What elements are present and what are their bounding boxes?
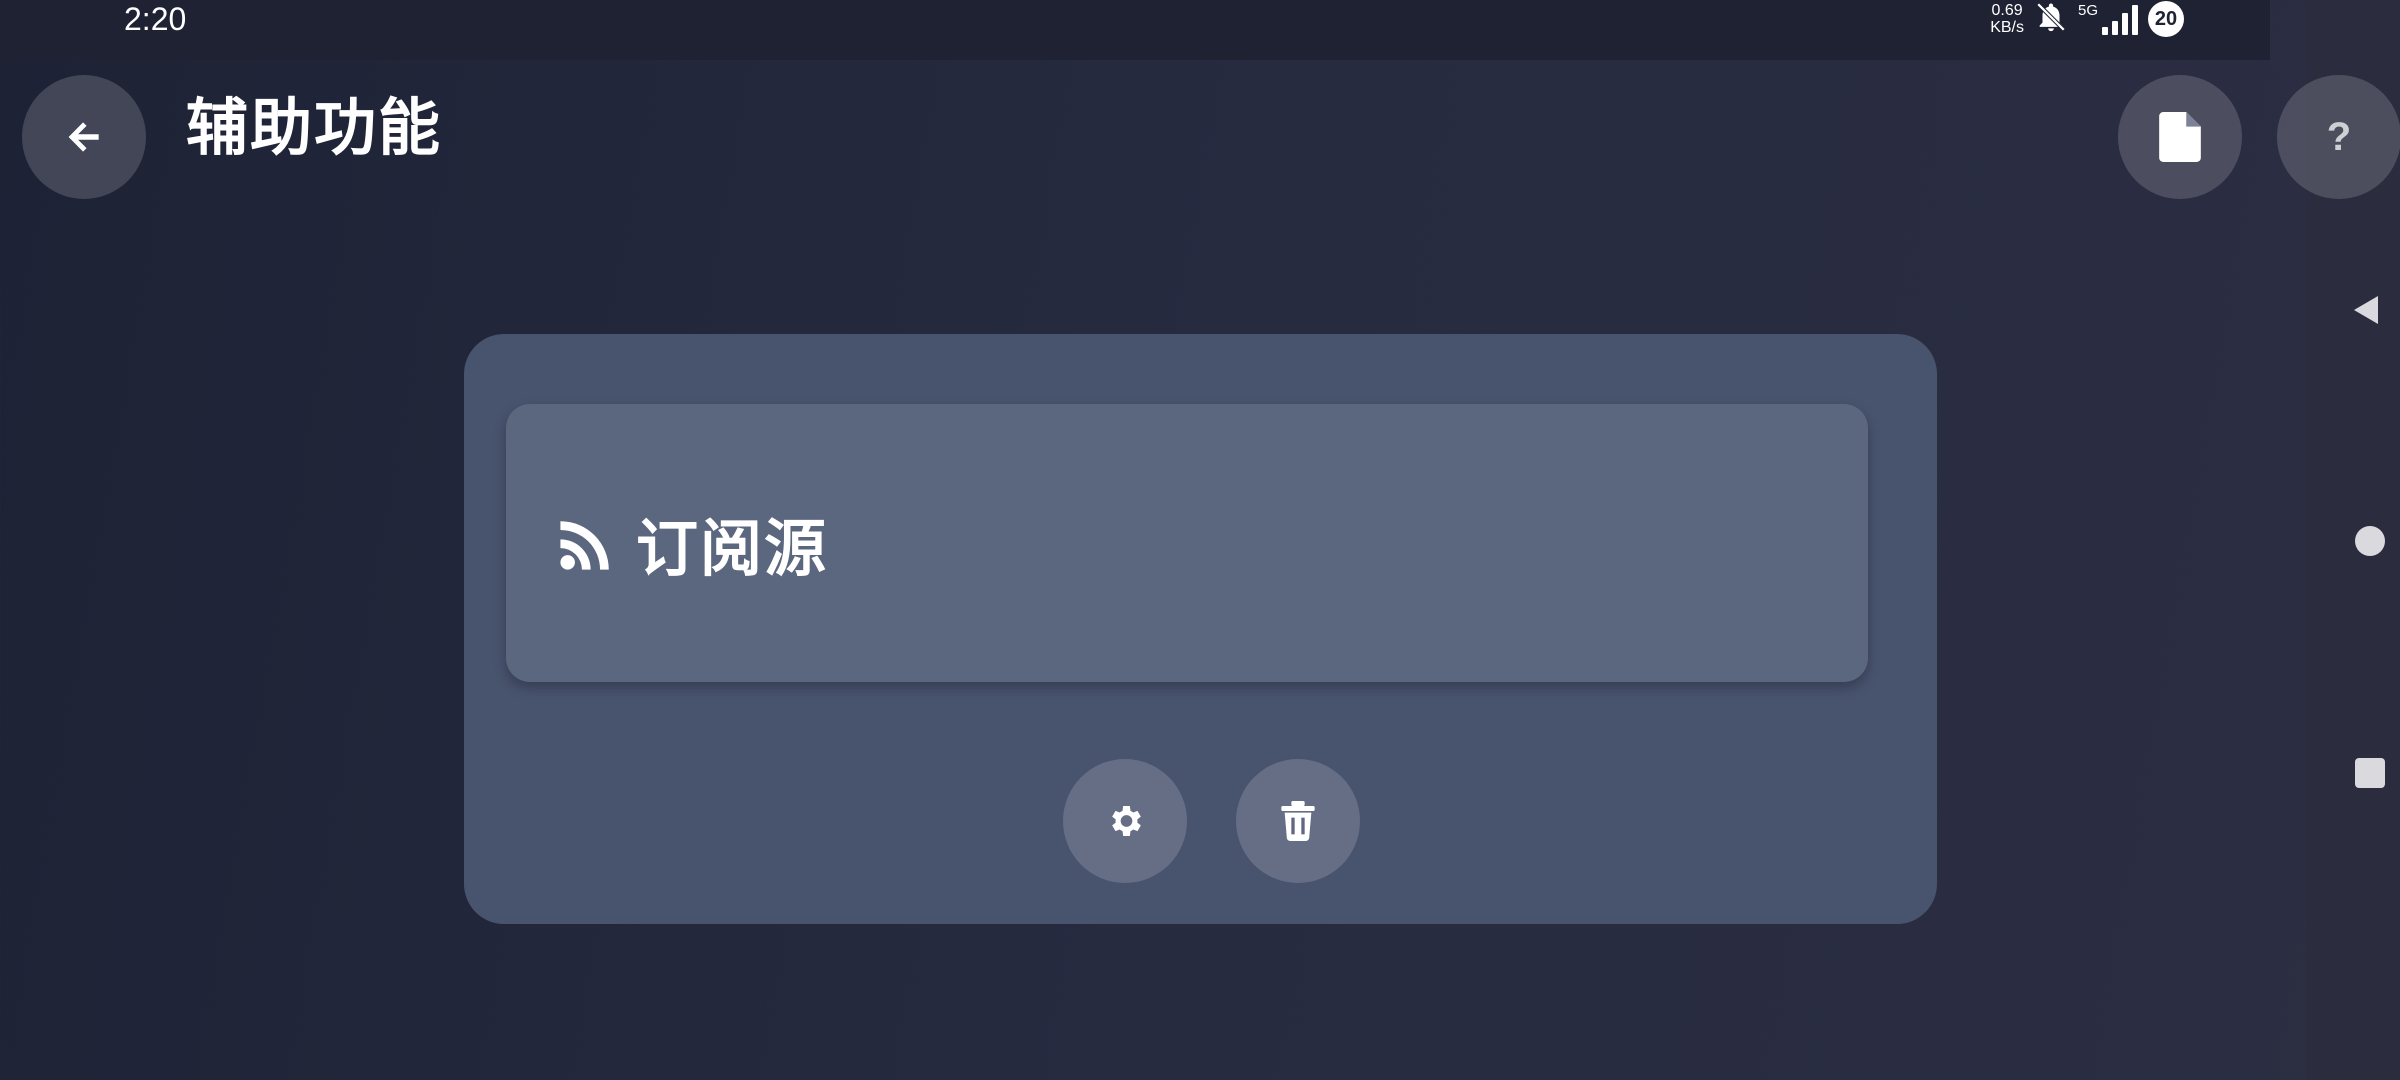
rule-label: 订阅源 — [636, 512, 829, 585]
nav-home-icon[interactable] — [2355, 526, 2385, 556]
status-icons: 0.69 KB/s 5G 20 — [1990, 0, 2184, 38]
signal-bars-icon — [2102, 3, 2138, 35]
document-button[interactable] — [2118, 75, 2242, 199]
status-time: 2:20 — [124, 1, 187, 37]
network-speed: 0.69 KB/s — [1990, 2, 2024, 36]
network-speed-unit: KB/s — [1990, 19, 2024, 36]
arrow-left-icon — [68, 122, 99, 152]
trash-icon — [1281, 801, 1315, 841]
help-button[interactable]: ? — [2277, 75, 2400, 199]
delete-button[interactable] — [1236, 759, 1360, 883]
status-bar: 2:20 0.69 KB/s 5G 20 — [0, 0, 2270, 60]
document-icon — [2159, 112, 2201, 162]
nav-back-icon[interactable] — [2354, 296, 2378, 324]
nav-recents-icon[interactable] — [2355, 758, 2385, 788]
gear-icon — [1112, 806, 1141, 836]
back-button[interactable] — [22, 75, 146, 199]
network-type: 5G — [2077, 2, 2098, 19]
settings-button[interactable] — [1063, 759, 1187, 883]
cell-signal: 5G — [2078, 3, 2138, 35]
battery-indicator: 20 — [2148, 1, 2184, 37]
bell-muted-icon — [2034, 0, 2068, 38]
page-title: 辅助功能 — [186, 91, 443, 164]
rule-card: 订阅源 — [464, 334, 1937, 924]
question-mark-icon: ? — [2326, 114, 2352, 159]
rule-tile[interactable]: 订阅源 — [506, 404, 1868, 682]
network-speed-value: 0.69 — [1991, 2, 2023, 19]
rss-icon — [560, 521, 609, 570]
